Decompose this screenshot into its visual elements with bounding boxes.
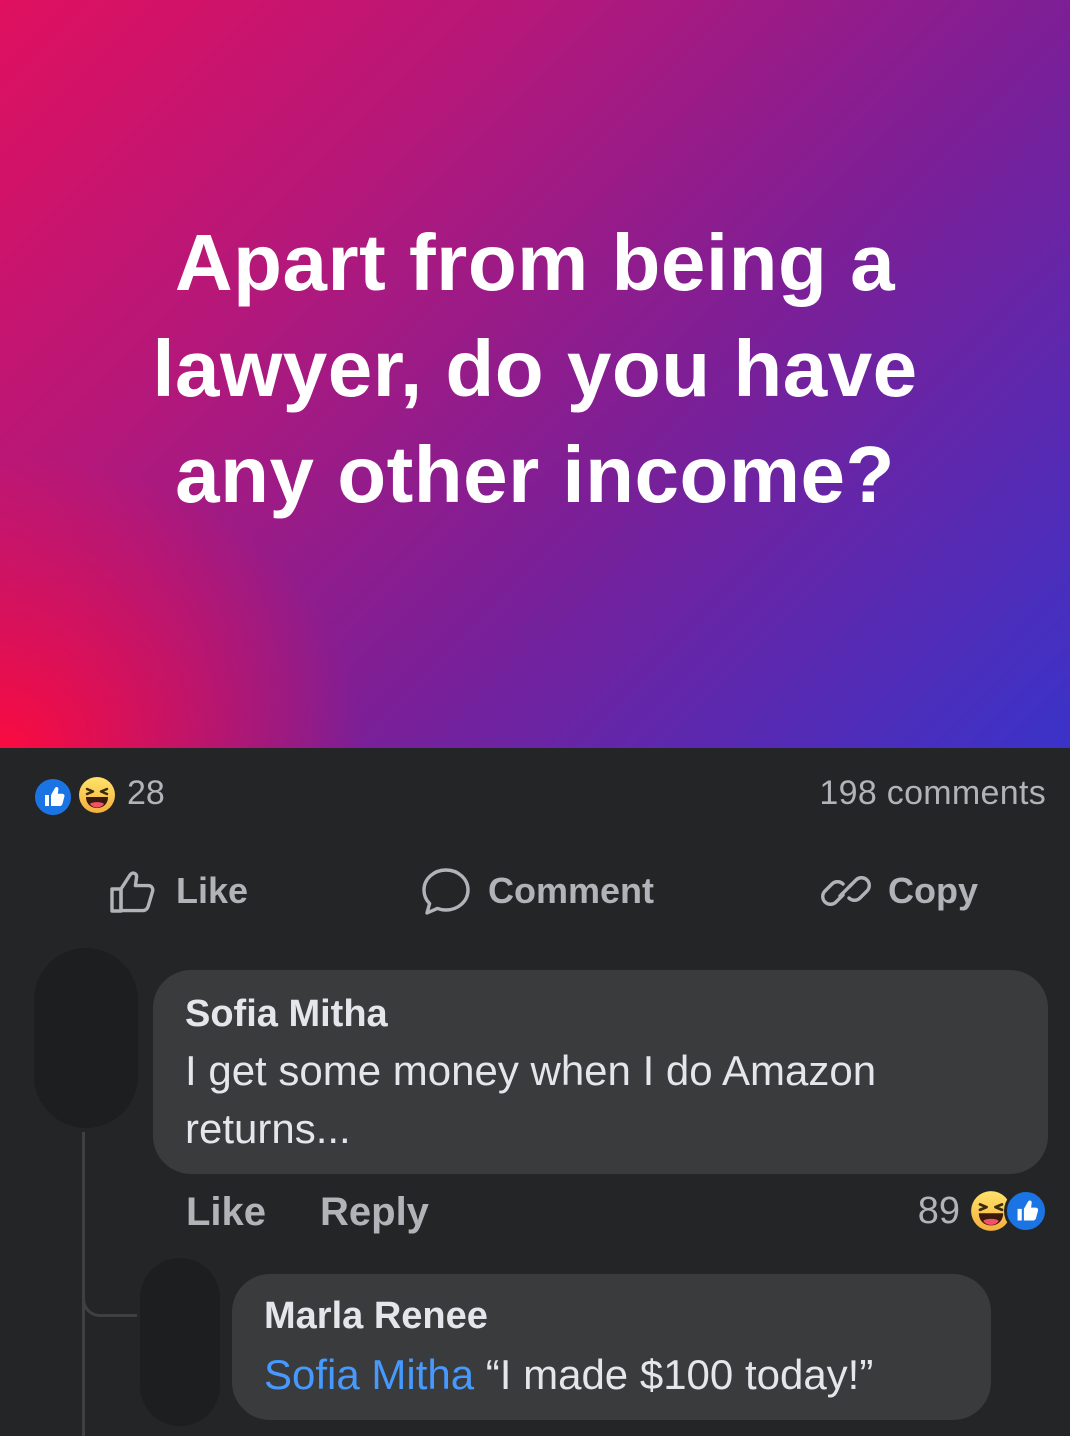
post-view: Apart from being a lawyer, do you have a…: [0, 0, 1070, 1436]
thread-connector: [82, 1250, 137, 1317]
comment-reaction-count: 89: [917, 1189, 960, 1232]
copy-link-button[interactable]: Copy: [820, 866, 978, 916]
link-icon: [820, 866, 872, 916]
post-comment-count[interactable]: 198 comments: [819, 774, 1046, 812]
haha-icon: [76, 774, 118, 816]
reply-author[interactable]: Marla Renee: [264, 1294, 959, 1338]
comment-like-button[interactable]: Like: [186, 1190, 266, 1235]
reply-text: “I made $100 today!”: [485, 1351, 874, 1398]
post-text: Apart from being a lawyer, do you have a…: [152, 218, 918, 519]
comment-reply-button[interactable]: Reply: [320, 1190, 429, 1235]
comment-button-label: Comment: [488, 870, 655, 911]
reply-bubble[interactable]: Marla Renee Sofia Mitha “I made $100 tod…: [232, 1274, 991, 1420]
comment-button[interactable]: Comment: [420, 866, 654, 916]
post-card[interactable]: Apart from being a lawyer, do you have a…: [0, 0, 1070, 748]
reply-text-line: Sofia Mitha “I made $100 today!”: [264, 1346, 959, 1404]
like-button-label: Like: [176, 870, 249, 911]
copy-button-label: Copy: [888, 870, 978, 911]
avatar[interactable]: [140, 1258, 220, 1426]
comment-bubble[interactable]: Sofia Mitha I get some money when I do A…: [153, 970, 1048, 1174]
post-stats-bar: 28 198 comments: [0, 748, 1070, 838]
comment-text: I get some money when I do Amazon return…: [185, 1047, 877, 1152]
mention-link[interactable]: Sofia Mitha: [264, 1351, 474, 1398]
like-button[interactable]: Like: [108, 866, 248, 916]
like-icon: [32, 776, 74, 818]
comment-author[interactable]: Sofia Mitha: [185, 992, 1016, 1036]
avatar[interactable]: [34, 948, 138, 1128]
comment-bubble-icon: [420, 866, 472, 916]
like-icon: [1004, 1189, 1048, 1233]
thumbs-up-icon: [108, 867, 160, 915]
post-reaction-icons[interactable]: [32, 772, 122, 818]
post-action-bar: Like Comment Copy: [0, 850, 1070, 934]
comment-reactions[interactable]: 89: [918, 1186, 1048, 1236]
post-reaction-count[interactable]: 28: [127, 774, 165, 812]
